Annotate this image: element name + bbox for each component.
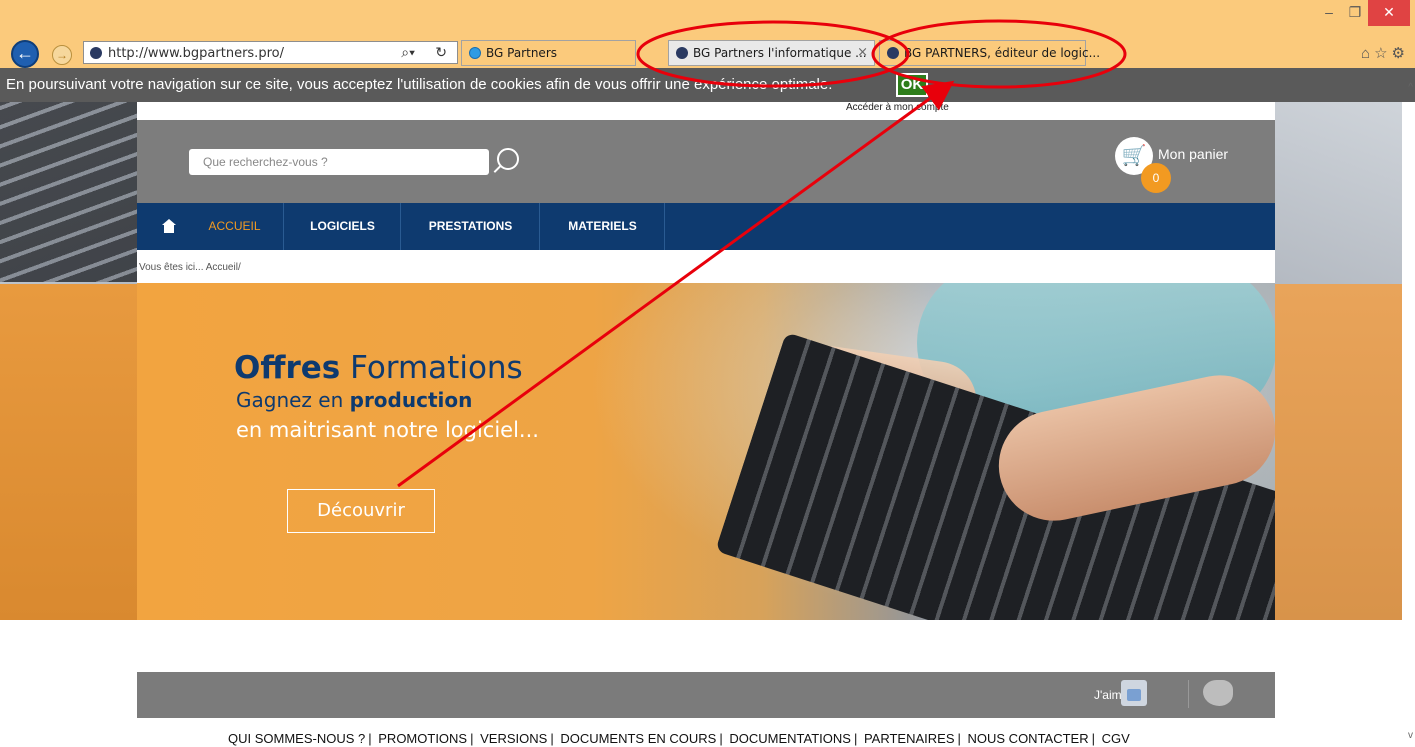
cart-count-badge: 0 — [1141, 163, 1171, 193]
back-button[interactable]: ← — [11, 40, 39, 68]
footer-link[interactable]: PARTENAIRES — [864, 731, 955, 746]
tab-label: BG PARTNERS, éditeur de logic... — [904, 46, 1101, 60]
home-icon[interactable] — [162, 219, 176, 233]
orange-band — [1275, 284, 1402, 620]
hero-title-bold: Offres — [234, 350, 341, 386]
footer-link[interactable]: PROMOTIONS — [378, 731, 467, 746]
breadcrumb-bar — [137, 250, 1275, 283]
orange-band — [0, 284, 137, 620]
footer-link[interactable]: CGV — [1102, 731, 1130, 746]
cookie-ok-button[interactable]: OK — [896, 73, 928, 97]
twitter-bird-icon[interactable] — [1203, 680, 1233, 706]
right-background-image — [1275, 102, 1402, 620]
scroll-down-arrow[interactable]: v — [1408, 730, 1413, 741]
close-tab-icon[interactable]: × — [857, 45, 868, 60]
site-favicon-icon — [90, 47, 102, 59]
nav-item-materiels[interactable]: MATERIELS — [541, 203, 665, 250]
left-background-image — [0, 102, 137, 620]
footer-links: QUI SOMMES-NOUS ? | PROMOTIONS | VERSIONS |… — [228, 731, 1130, 746]
tab-bg-partners-editeur[interactable]: BG PARTNERS, éditeur de logic... — [879, 40, 1100, 66]
search-input[interactable]: Que recherchez-vous ? — [189, 149, 489, 175]
footer-link[interactable]: QUI SOMMES-NOUS ? — [228, 731, 365, 746]
footer-link[interactable]: NOUS CONTACTER — [968, 731, 1089, 746]
keyboard-image — [0, 102, 137, 282]
restore-button[interactable]: ❐ — [1342, 0, 1368, 26]
site-favicon-icon — [676, 47, 688, 59]
footer-link[interactable]: DOCUMENTS EN COURS — [560, 731, 716, 746]
hero-subtitle: Gagnez en production — [236, 388, 472, 412]
breadcrumb: Vous êtes ici... Accueil/ — [139, 262, 241, 273]
search-icon[interactable] — [497, 148, 519, 170]
forward-button[interactable]: → — [52, 45, 72, 65]
footer-link[interactable]: DOCUMENTATIONS — [729, 731, 851, 746]
close-window-button[interactable]: ✕ — [1368, 0, 1410, 26]
hero-title-rest: Formations — [340, 350, 523, 386]
refresh-icon[interactable]: ↻ — [435, 44, 447, 61]
favorites-star-icon[interactable]: ☆ — [1374, 45, 1391, 62]
minimize-button[interactable]: – — [1316, 0, 1342, 26]
tab-label: BG Partners l'informatique ... — [693, 46, 867, 60]
social-divider — [1188, 680, 1189, 708]
settings-gear-icon[interactable]: ⚙ — [1392, 45, 1409, 62]
discover-button[interactable]: Découvrir — [287, 489, 435, 533]
hero-tagline: en maitrisant notre logiciel... — [236, 418, 539, 442]
search-dropdown-icon[interactable]: ⌕▾ — [401, 44, 415, 61]
toolbar-icons: ⌂☆⚙ — [1361, 44, 1409, 62]
footer-link[interactable]: VERSIONS — [480, 731, 547, 746]
tab-bg-partners-informatique[interactable]: BG Partners l'informatique ... × — [668, 40, 875, 66]
hero-title: Offres Formations — [234, 350, 523, 386]
ie-icon — [469, 47, 481, 59]
cart-label[interactable]: Mon panier — [1158, 146, 1228, 162]
scroll-up-arrow[interactable]: ^ — [1408, 82, 1413, 93]
cookie-text: En poursuivant votre navigation sur ce s… — [6, 76, 833, 93]
site-favicon-icon — [887, 47, 899, 59]
tab-label: BG Partners — [486, 46, 557, 60]
address-url: http://www.bgpartners.pro/ — [108, 46, 284, 61]
hero-banner — [137, 283, 1275, 620]
nav-item-prestations[interactable]: PRESTATIONS — [402, 203, 540, 250]
account-link[interactable]: Accéder à mon compte — [846, 102, 949, 113]
home-icon[interactable]: ⌂ — [1361, 45, 1374, 62]
thumbs-up-icon[interactable] — [1121, 680, 1147, 706]
hero-subtitle-b: production — [349, 388, 473, 412]
nav-item-accueil[interactable]: ACCUEIL — [186, 203, 284, 250]
tab-bg-partners[interactable]: BG Partners — [461, 40, 636, 66]
cookie-banner: En poursuivant votre navigation sur ce s… — [0, 68, 1415, 102]
address-bar[interactable]: http://www.bgpartners.pro/ ⌕▾ ↻ — [83, 41, 458, 64]
hero-subtitle-a: Gagnez en — [236, 388, 350, 412]
nav-item-logiciels[interactable]: LOGICIELS — [285, 203, 401, 250]
